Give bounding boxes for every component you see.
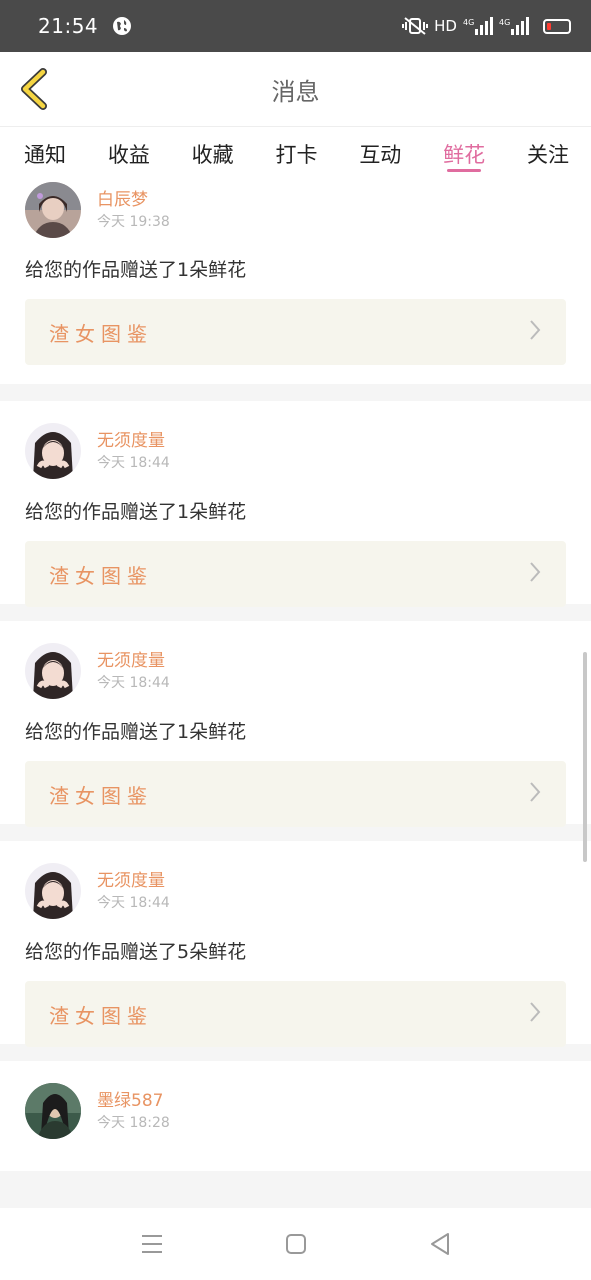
- user-meta: 无须度量 今天 18:44: [97, 870, 170, 913]
- signal-icon-2: 4G: [499, 17, 529, 35]
- user-meta: 无须度量 今天 18:44: [97, 650, 170, 693]
- message-text: 给您的作品赠送了5朵鲜花: [25, 941, 247, 963]
- page-title: 消息: [271, 77, 320, 106]
- work-title: 渣女图鉴: [49, 1003, 153, 1028]
- message-text: 给您的作品赠送了1朵鲜花: [25, 501, 247, 523]
- work-title: 渣女图鉴: [49, 321, 153, 346]
- user-name[interactable]: 无须度量: [97, 650, 170, 672]
- work-link[interactable]: 渣女图鉴: [25, 981, 566, 1047]
- home-square-icon: [285, 1234, 306, 1254]
- work-link[interactable]: 渣女图鉴: [25, 299, 566, 365]
- list-item: 无须度量 今天 18:44 给您的作品赠送了1朵鲜花 渣女图鉴: [0, 621, 591, 827]
- svg-text:4G: 4G: [463, 18, 474, 27]
- user-meta: 白辰梦 今天 19:38: [97, 189, 170, 232]
- list-item: 白辰梦 今天 19:38 给您的作品赠送了1朵鲜花 渣女图鉴: [0, 180, 591, 384]
- chevron-right-icon: [528, 561, 542, 587]
- tab-checkin[interactable]: 打卡: [275, 127, 317, 181]
- avatar[interactable]: [25, 423, 81, 479]
- user-meta: 墨绿587 今天 18:28: [97, 1090, 170, 1133]
- message-time: 今天 19:38: [97, 213, 170, 230]
- chevron-left-icon: [21, 68, 47, 110]
- message-user[interactable]: 墨绿587 今天 18:28: [25, 1083, 170, 1139]
- message-user[interactable]: 无须度量 今天 18:44: [25, 643, 170, 699]
- message-user[interactable]: 无须度量 今天 18:44: [25, 863, 170, 919]
- user-name[interactable]: 墨绿587: [97, 1090, 170, 1112]
- vibrate-icon: [402, 16, 429, 36]
- user-name[interactable]: 无须度量: [97, 430, 170, 452]
- hd-label: HD: [434, 17, 457, 35]
- tab-interactions[interactable]: 互动: [359, 127, 401, 181]
- back-nav-button[interactable]: [427, 1231, 453, 1257]
- avatar[interactable]: [25, 643, 81, 699]
- user-name[interactable]: 无须度量: [97, 870, 170, 892]
- battery-icon: [543, 18, 571, 34]
- triangle-back-icon: [430, 1233, 449, 1255]
- tab-earnings[interactable]: 收益: [108, 127, 150, 181]
- tab-favorites[interactable]: 收藏: [192, 127, 234, 181]
- avatar[interactable]: [25, 1083, 81, 1139]
- avatar[interactable]: [25, 863, 81, 919]
- message-time: 今天 18:28: [97, 1114, 170, 1131]
- user-name[interactable]: 白辰梦: [97, 189, 170, 211]
- work-link[interactable]: 渣女图鉴: [25, 761, 566, 827]
- menu-icon: [141, 1235, 162, 1253]
- chevron-right-icon: [528, 781, 542, 807]
- back-button[interactable]: [16, 68, 52, 110]
- message-text: 给您的作品赠送了1朵鲜花: [25, 721, 247, 743]
- home-button[interactable]: [283, 1231, 309, 1257]
- chevron-right-icon: [528, 1001, 542, 1027]
- work-link[interactable]: 渣女图鉴: [25, 541, 566, 607]
- signal-icon: 4G: [463, 17, 493, 35]
- message-time: 今天 18:44: [97, 674, 170, 691]
- status-time: 21:54: [38, 14, 99, 38]
- chevron-right-icon: [528, 319, 542, 345]
- page-header: 消息: [0, 52, 591, 126]
- message-time: 今天 18:44: [97, 894, 170, 911]
- menu-button[interactable]: [139, 1231, 165, 1257]
- status-indicators: HD 4G 4G: [402, 16, 571, 36]
- message-user[interactable]: 无须度量 今天 18:44: [25, 423, 170, 479]
- tab-flowers[interactable]: 鲜花: [443, 127, 485, 181]
- work-title: 渣女图鉴: [49, 783, 153, 808]
- svg-text:4G: 4G: [499, 18, 510, 27]
- work-title: 渣女图鉴: [49, 563, 153, 588]
- avatar[interactable]: [25, 182, 81, 238]
- message-user[interactable]: 白辰梦 今天 19:38: [25, 182, 170, 238]
- list-item: 无须度量 今天 18:44 给您的作品赠送了5朵鲜花 渣女图鉴: [0, 841, 591, 1047]
- user-meta: 无须度量 今天 18:44: [97, 430, 170, 473]
- tab-notifications[interactable]: 通知: [24, 127, 66, 181]
- globe-icon: [112, 16, 132, 36]
- list-item: 墨绿587 今天 18:28: [0, 1061, 591, 1171]
- system-nav-bar: [0, 1208, 591, 1280]
- message-text: 给您的作品赠送了1朵鲜花: [25, 259, 247, 281]
- tab-bar: 通知 收益 收藏 打卡 互动 鲜花 关注: [0, 126, 591, 180]
- scrollbar[interactable]: [583, 652, 587, 862]
- tab-following[interactable]: 关注: [527, 127, 569, 181]
- status-bar: 21:54 HD 4G 4G: [0, 0, 591, 52]
- list-item: 无须度量 今天 18:44 给您的作品赠送了1朵鲜花 渣女图鉴: [0, 401, 591, 607]
- message-time: 今天 18:44: [97, 454, 170, 471]
- message-list: 白辰梦 今天 19:38 给您的作品赠送了1朵鲜花 渣女图鉴 无须度量 今天 1…: [0, 180, 591, 1171]
